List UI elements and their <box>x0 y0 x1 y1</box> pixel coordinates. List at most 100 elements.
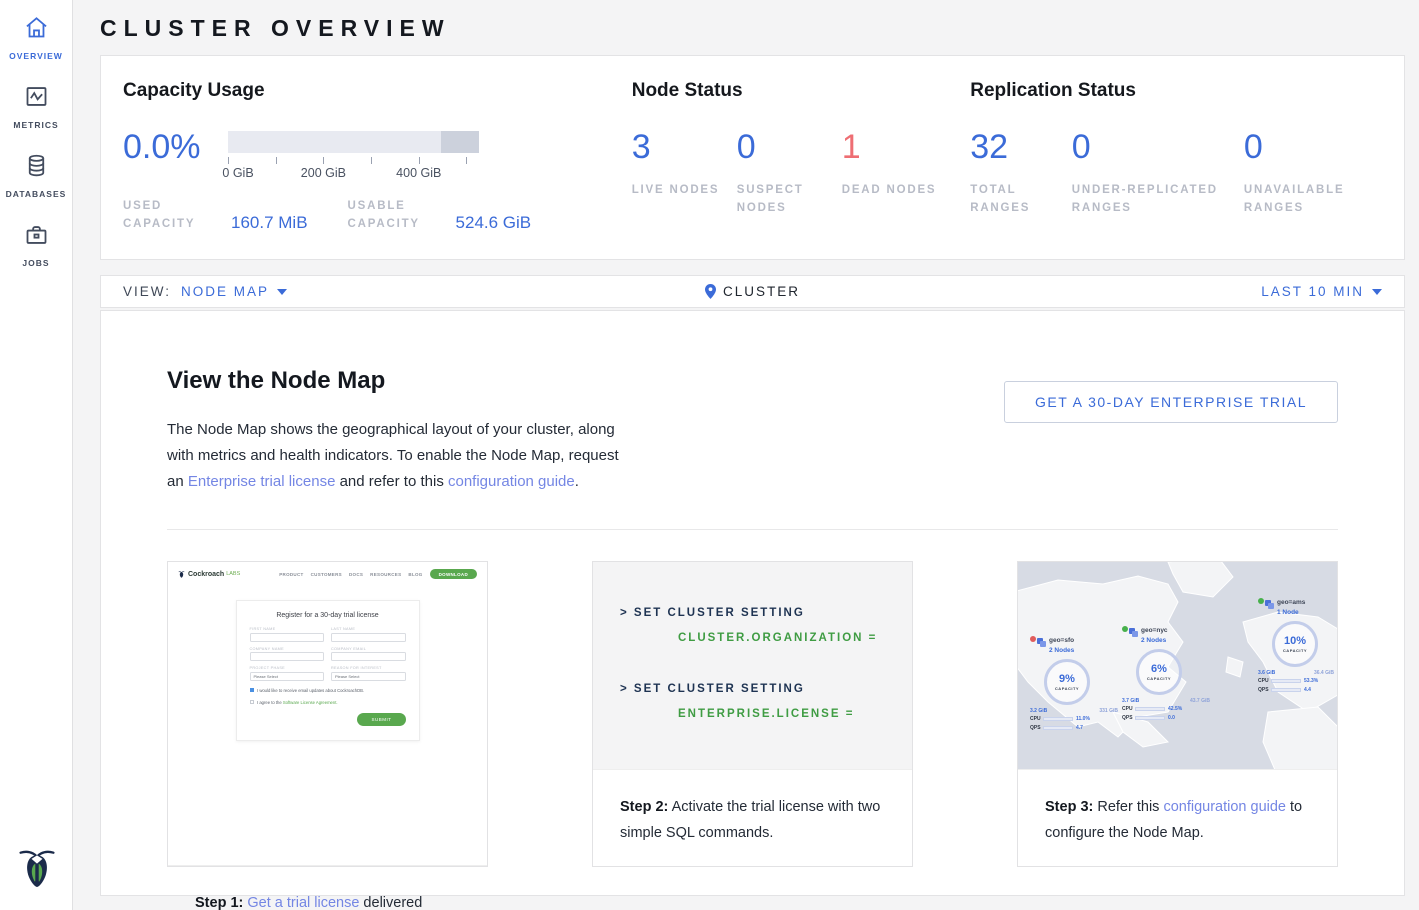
logo-text: Cockroach <box>188 571 224 578</box>
under-replicated-ranges-label: UNDER-REPLICATED RANGES <box>1072 182 1244 218</box>
sql-command: > SET CLUSTER SETTING <box>620 684 912 696</box>
page-title: CLUSTER OVERVIEW <box>100 0 1405 55</box>
live-nodes-value: 3 <box>632 132 737 162</box>
databases-icon <box>23 152 50 179</box>
total-ranges-stat: 32 TOTAL RANGES <box>970 132 1072 218</box>
capacity-percent: 10% <box>1284 635 1306 647</box>
suspect-nodes-label: SUSPECT NODES <box>737 182 842 218</box>
step-label: Step 3: <box>1045 799 1093 815</box>
capacity-percent: 9% <box>1059 673 1075 685</box>
qps-label: QPS <box>1030 725 1043 731</box>
capacity-gauge-bar <box>228 131 479 153</box>
locality-nodes: 2 Nodes <box>1141 637 1166 644</box>
get-trial-license-link[interactable]: Get a trial license <box>247 895 359 910</box>
qps-bar <box>1043 726 1073 730</box>
dead-nodes-value: 1 <box>842 132 947 162</box>
company-email-input[interactable] <box>331 652 406 661</box>
gauge-tick-label: 400 GiB <box>396 166 441 180</box>
email-updates-checkbox[interactable] <box>250 688 255 693</box>
sidebar: OVERVIEW METRICS DATABASES JO <box>0 0 73 910</box>
cluster-breadcrumb[interactable]: CLUSTER <box>705 284 800 299</box>
view-selector[interactable]: NODE MAP <box>181 284 287 299</box>
time-range-selector[interactable]: LAST 10 MIN <box>1261 284 1382 299</box>
gauge-tick-label: 0 GiB <box>222 166 253 180</box>
cpu-bar <box>1135 707 1165 711</box>
gauge-tick-label: 200 GiB <box>301 166 346 180</box>
sidebar-item-jobs[interactable]: JOBS <box>0 221 72 268</box>
project-phase-select[interactable]: Please Select <box>250 672 325 681</box>
dead-nodes-label: DEAD NODES <box>842 182 947 200</box>
step-text: Refer this <box>1093 799 1163 815</box>
enterprise-trial-license-link[interactable]: Enterprise trial license <box>188 473 336 490</box>
cpu-label: CPU <box>1030 716 1043 722</box>
nav-customers[interactable]: CUSTOMERS <box>311 572 342 577</box>
step-2-caption: Step 2: Activate the trial license with … <box>593 770 912 866</box>
nav-product[interactable]: PRODUCT <box>279 572 303 577</box>
reason-select[interactable]: Please Select <box>331 672 406 681</box>
capacity-ring: 10% CAPACITY <box>1272 621 1318 667</box>
node-cube-icon <box>1265 600 1274 609</box>
capacity-label: CAPACITY <box>1055 686 1079 691</box>
divider <box>167 529 1338 530</box>
field-label: REASON FOR INTEREST <box>331 666 406 670</box>
license-agreement-checkbox[interactable] <box>250 700 255 705</box>
license-agreement-link[interactable]: Software License Agreement. <box>283 700 338 705</box>
qps-label: QPS <box>1258 687 1271 693</box>
sidebar-item-label: JOBS <box>0 258 72 268</box>
map-locality-sfo[interactable]: geo=sfo 2 Nodes 9% CAPACITY 3.2 GiB331 G… <box>1030 636 1118 731</box>
unavailable-ranges-label: UNAVAILABLE RANGES <box>1244 182 1404 218</box>
description-text: . <box>575 473 579 490</box>
sidebar-nav: OVERVIEW METRICS DATABASES JO <box>0 0 72 268</box>
status-dead-icon <box>1030 636 1036 642</box>
locality-name: geo=nyc <box>1141 627 1168 634</box>
node-map-panel: View the Node Map The Node Map shows the… <box>100 310 1405 896</box>
map-locality-ams[interactable]: geo=ams 1 Node 10% CAPACITY 3.6 GiB36.4 … <box>1258 598 1334 693</box>
step-label: Step 1: <box>195 895 243 910</box>
last-name-input[interactable] <box>331 633 406 642</box>
qps-bar <box>1271 688 1301 692</box>
node-status-title: Node Status <box>632 80 971 102</box>
mini-site-header: Cockroach LABS PRODUCT CUSTOMERS DOCS RE… <box>168 562 487 586</box>
qps-value: 0.0 <box>1168 715 1175 721</box>
total-gib: 331 GiB <box>1099 708 1118 714</box>
first-name-input[interactable] <box>250 633 325 642</box>
form-title: Register for a 30-day trial license <box>250 612 406 619</box>
nav-blog[interactable]: BLOG <box>408 572 422 577</box>
trial-register-form: Register for a 30-day trial license FIRS… <box>236 600 420 741</box>
map-pin-icon <box>705 284 716 299</box>
configuration-guide-link[interactable]: configuration guide <box>1163 799 1286 815</box>
step-label: Step 2: <box>620 799 668 815</box>
description-text: and refer to this <box>335 473 448 490</box>
node-cube-icon <box>1129 628 1138 637</box>
nav-docs[interactable]: DOCS <box>349 572 363 577</box>
map-locality-nyc[interactable]: geo=nyc 2 Nodes 6% CAPACITY 3.7 GiB43.7 … <box>1122 626 1210 721</box>
metrics-icon <box>23 83 50 110</box>
step-3-caption: Step 3: Refer this configuration guide t… <box>1018 770 1337 866</box>
capacity-usage-title: Capacity Usage <box>123 80 632 102</box>
submit-button[interactable]: SUBMIT <box>357 713 405 726</box>
download-button[interactable]: DOWNLOAD <box>430 569 477 579</box>
qps-bar <box>1135 716 1165 720</box>
checkbox-label: I agree to the <box>257 700 283 705</box>
mini-site-nav: PRODUCT CUSTOMERS DOCS RESOURCES BLOG DO… <box>279 569 477 579</box>
cockroach-bug-icon <box>16 839 58 891</box>
nav-resources[interactable]: RESOURCES <box>370 572 401 577</box>
step-2-image: > SET CLUSTER SETTING CLUSTER.ORGANIZATI… <box>593 562 912 770</box>
qps-value: 4.7 <box>1076 725 1083 731</box>
sidebar-item-databases[interactable]: DATABASES <box>0 152 72 199</box>
node-map-title: View the Node Map <box>167 367 629 395</box>
qps-value: 4.4 <box>1304 687 1311 693</box>
step-1-card: Cockroach LABS PRODUCT CUSTOMERS DOCS RE… <box>167 561 488 867</box>
configuration-guide-link[interactable]: configuration guide <box>448 473 575 490</box>
used-gib: 3.7 GiB <box>1122 698 1152 704</box>
company-name-input[interactable] <box>250 652 325 661</box>
step-2-card: > SET CLUSTER SETTING CLUSTER.ORGANIZATI… <box>592 561 913 867</box>
sidebar-item-overview[interactable]: OVERVIEW <box>0 14 72 61</box>
sidebar-item-metrics[interactable]: METRICS <box>0 83 72 130</box>
sql-command: > SET CLUSTER SETTING <box>620 608 912 620</box>
field-label: PROJECT PHASE <box>250 666 325 670</box>
capacity-ring: 9% CAPACITY <box>1044 659 1090 705</box>
sidebar-item-label: OVERVIEW <box>0 51 72 61</box>
enterprise-trial-button[interactable]: GET A 30-DAY ENTERPRISE TRIAL <box>1004 381 1338 423</box>
step-1-image: Cockroach LABS PRODUCT CUSTOMERS DOCS RE… <box>168 562 487 866</box>
